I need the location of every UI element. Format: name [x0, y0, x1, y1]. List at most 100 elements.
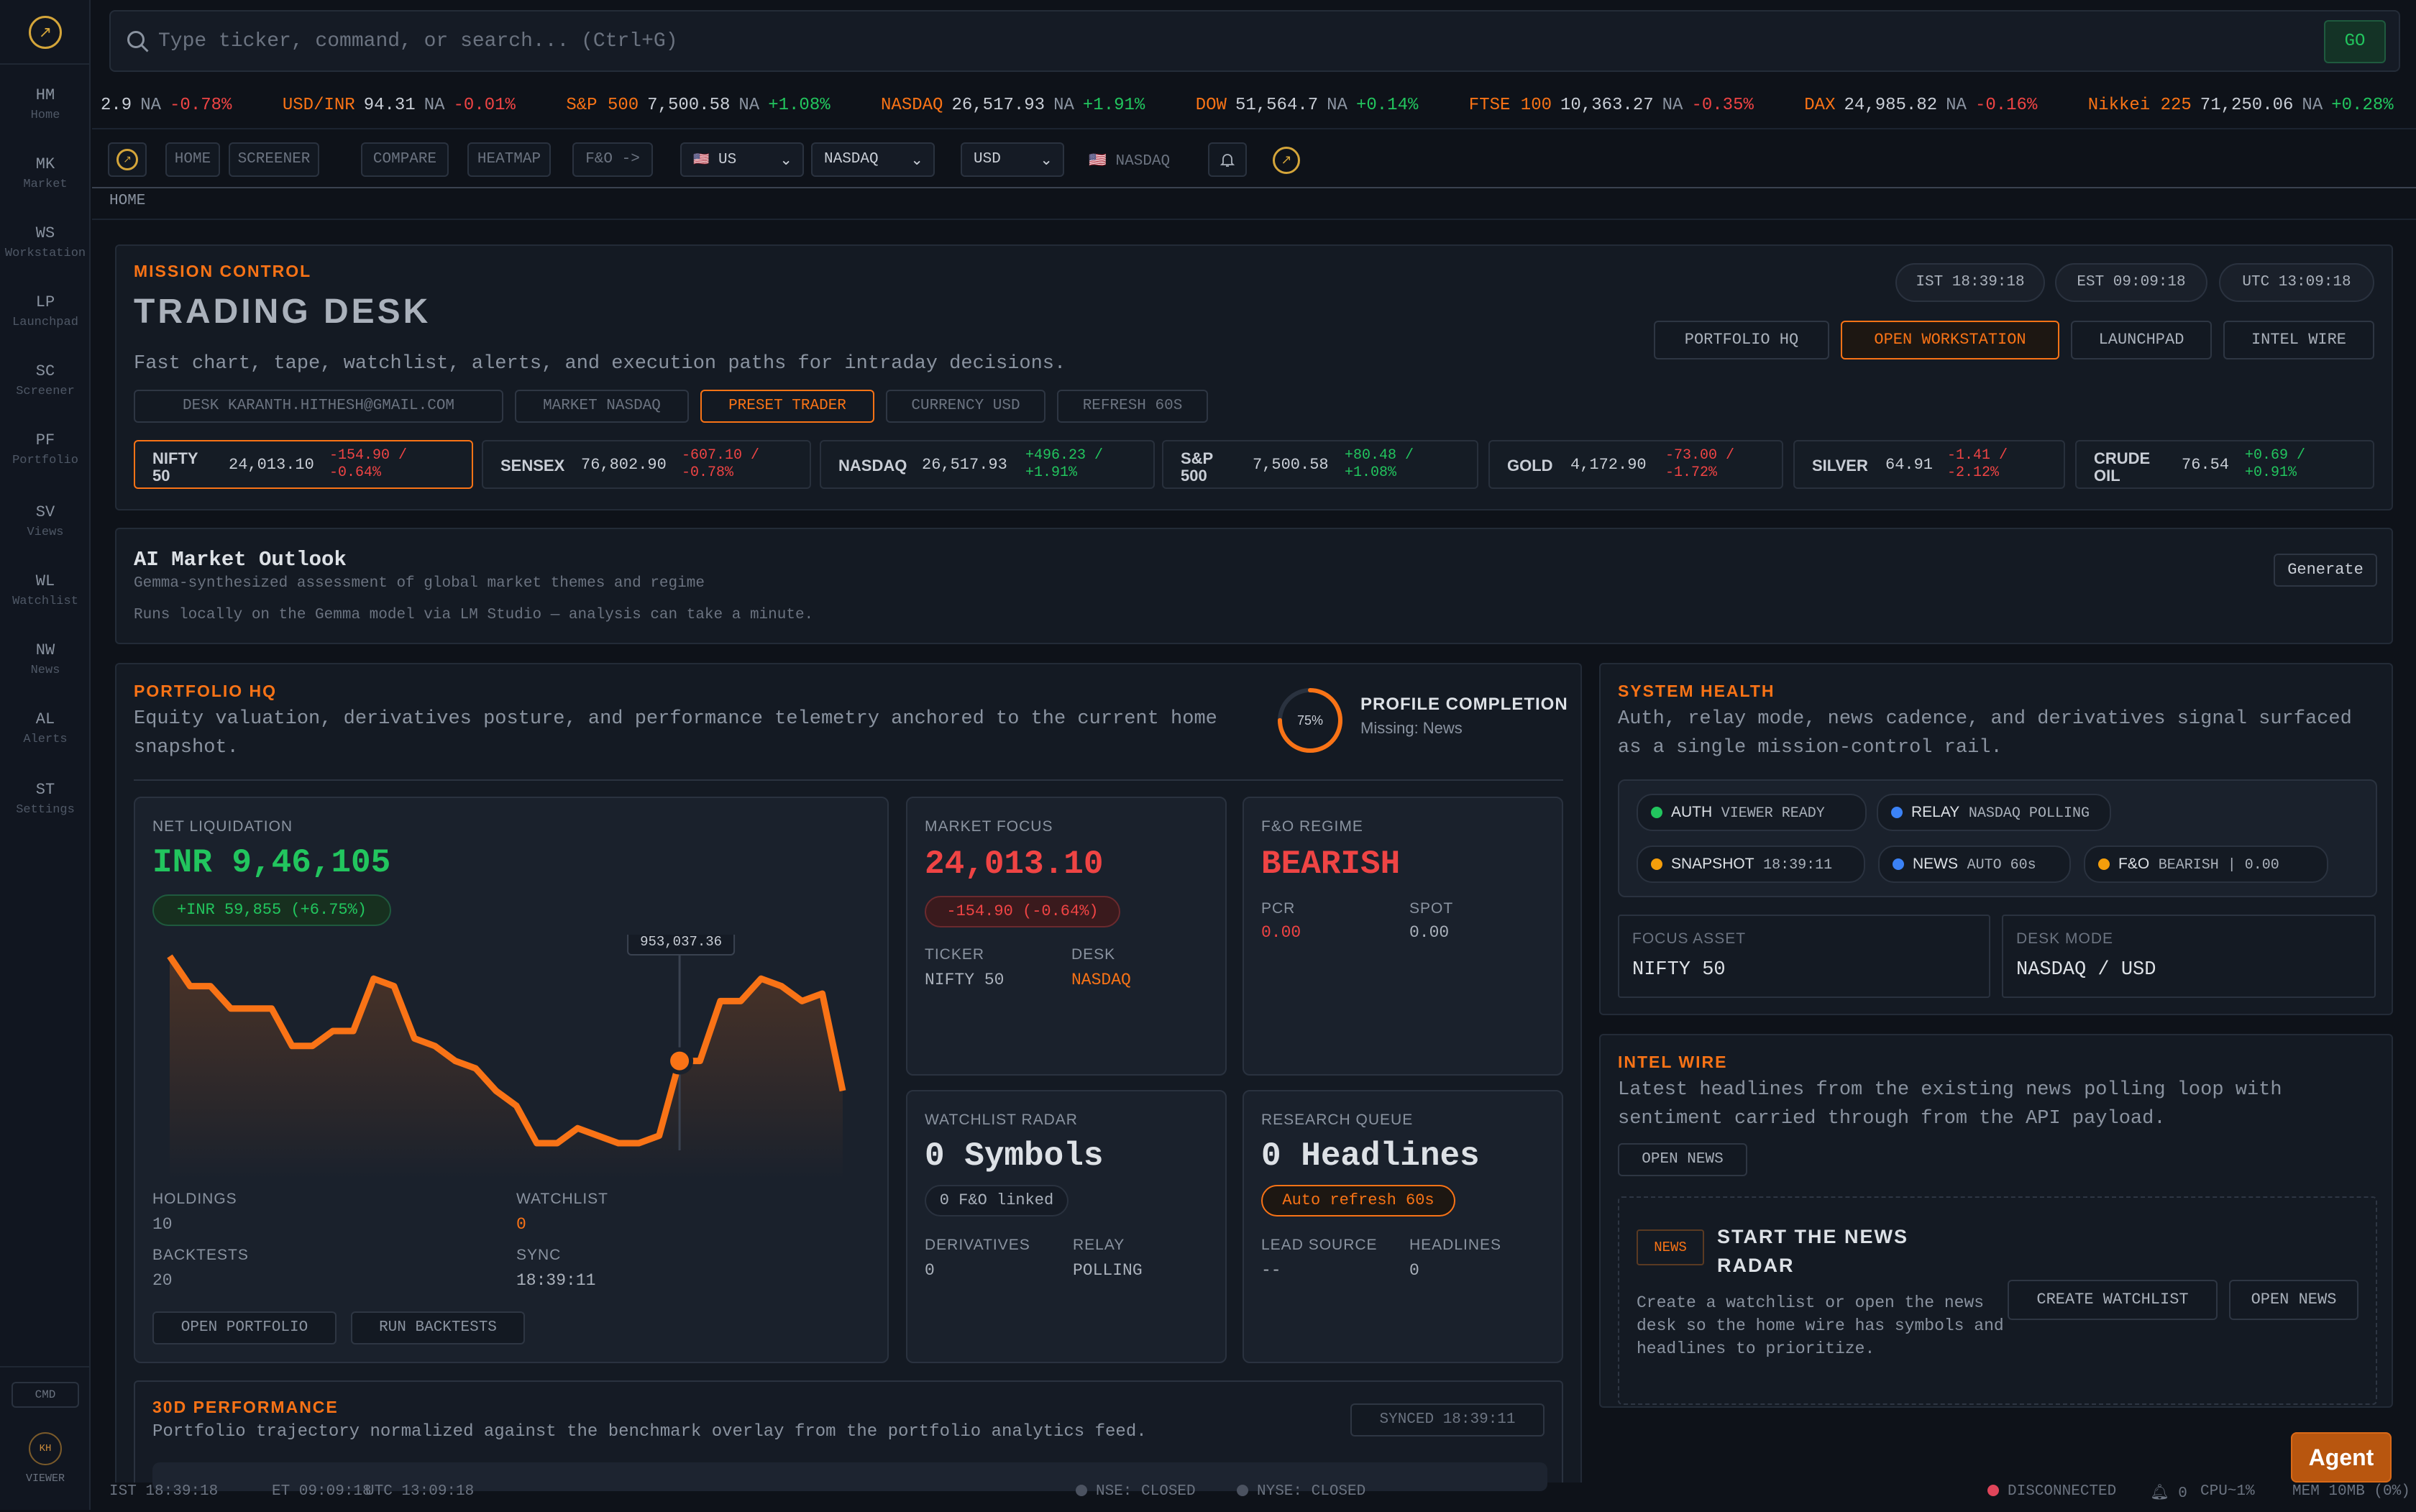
app-logo-icon[interactable]: ↗ — [29, 16, 62, 49]
toolbar-home-button[interactable]: HOME — [165, 142, 220, 177]
index-price: 7,500.58 — [1253, 456, 1329, 474]
focus-label: MARKET FOCUS — [925, 818, 1053, 835]
run-backtests-button[interactable]: RUN BACKTESTS — [351, 1311, 525, 1344]
index-tile-sensex[interactable]: SENSEX 76,802.90 -607.10 /-0.78% — [482, 440, 811, 489]
exchange-select[interactable]: NASDAQ ⌄ — [811, 142, 935, 177]
index-price: 26,517.93 — [922, 456, 1007, 474]
index-tile-nasdaq[interactable]: NASDAQ 26,517.93 +496.23 /+1.91% — [820, 440, 1155, 489]
sidebar-item-market[interactable]: MK Market — [0, 155, 91, 191]
ticker-item[interactable]: USD/INR 94.31 NA -0.01% — [283, 82, 524, 128]
sidebar-item-settings[interactable]: ST Settings — [0, 781, 91, 817]
focus-asset-value: NIFTY 50 — [1632, 959, 1726, 981]
index-change: -73.00 /-1.72% — [1665, 447, 1735, 481]
toolbar-compare-button[interactable]: COMPARE — [361, 142, 449, 177]
ticker-item[interactable]: NASDAQ 26,517.93 NA +1.91% — [881, 82, 1153, 128]
preset-chip[interactable]: PRESET TRADER — [700, 390, 874, 423]
create-watchlist-button[interactable]: CREATE WATCHLIST — [2008, 1280, 2218, 1320]
open-workstation-button[interactable]: OPEN WORKSTATION — [1841, 321, 2059, 359]
health-pill-snapshot: SNAPSHOT 18:39:11 — [1637, 846, 1865, 883]
open-news-button[interactable]: OPEN NEWS — [1618, 1143, 1747, 1176]
us-flag-icon: 🇺🇸 — [693, 152, 710, 167]
index-tile-gold[interactable]: GOLD 4,172.90 -73.00 /-1.72% — [1488, 440, 1783, 489]
status-ist: IST 18:39:18 — [109, 1483, 219, 1500]
holdings-value: 10 — [152, 1215, 173, 1234]
nav-label: Workstation — [4, 247, 86, 260]
index-name-2: 500 — [1181, 467, 1207, 485]
index-tile-crude[interactable]: CRUDE OIL 76.54 +0.69 /+0.91% — [2075, 440, 2374, 489]
performance-desc: Portfolio trajectory normalized against … — [152, 1422, 1147, 1442]
sidebar-item-launchpad[interactable]: LP Launchpad — [0, 293, 91, 329]
notifications-button[interactable] — [1208, 142, 1247, 177]
generate-button[interactable]: Generate — [2274, 554, 2377, 587]
index-name: GOLD — [1507, 457, 1553, 475]
open-news-desk-button[interactable]: OPEN NEWS — [2229, 1280, 2358, 1320]
cmd-button[interactable]: CMD — [12, 1382, 79, 1408]
app-logo-icon[interactable]: ↗ — [1273, 147, 1300, 174]
health-pill-relay: RELAY NASDAQ POLLING — [1877, 794, 2111, 831]
command-search[interactable]: Type ticker, command, or search... (Ctrl… — [109, 10, 2400, 72]
status-bar: IST 18:39:18 ET 09:09:18 UTC 13:09:18 NS… — [92, 1474, 2416, 1510]
desk-chip[interactable]: DESK KARANTH.HITHESH@GMAIL.COM — [134, 390, 503, 423]
currency-select[interactable]: USD ⌄ — [961, 142, 1064, 177]
country-select[interactable]: 🇺🇸 US ⌄ — [680, 142, 804, 177]
research-value: 0 Headlines — [1261, 1137, 1480, 1175]
portfolio-hq-button[interactable]: PORTFOLIO HQ — [1654, 321, 1829, 359]
sidebar-item-news[interactable]: NW News — [0, 641, 91, 677]
launchpad-button[interactable]: LAUNCHPAD — [2071, 321, 2212, 359]
sidebar-divider — [0, 1366, 91, 1367]
ticker-tape: 2.9 NA -0.78% USD/INR 94.31 NA -0.01% S&P 500… — [92, 82, 2416, 129]
sidebar-item-screener[interactable]: SC Screener — [0, 362, 91, 398]
index-tile-sp500[interactable]: S&P 500 7,500.58 +80.48 /+1.08% — [1162, 440, 1478, 489]
ticker-item[interactable]: 2.9 NA -0.78% — [92, 82, 240, 128]
intel-wire-button[interactable]: INTEL WIRE — [2223, 321, 2374, 359]
currency-chip[interactable]: CURRENCY USD — [886, 390, 1045, 423]
intel-wire-panel: INTEL WIRE Latest headlines from the exi… — [1599, 1034, 2393, 1408]
nav-abbr: WS — [35, 224, 55, 242]
market-chip[interactable]: MARKET NASDAQ — [515, 390, 689, 423]
focus-value: 24,013.10 — [925, 846, 1104, 883]
agent-button[interactable]: Agent — [2291, 1432, 2392, 1483]
ticker-item[interactable]: S&P 500 7,500.58 NA +1.08% — [566, 82, 838, 128]
ticker-item[interactable]: FTSE 100 10,363.27 NA -0.35% — [1469, 82, 1762, 128]
toolbar-fno-button[interactable]: F&O -> — [572, 142, 653, 177]
net-liquidation-chart[interactable]: 953,037.36 — [152, 935, 871, 1244]
index-tile-nifty[interactable]: NIFTY 50 24,013.10 -154.90 /-0.64% — [134, 440, 473, 489]
avatar[interactable]: KH — [29, 1432, 62, 1465]
index-name: CRUDE — [2094, 449, 2151, 467]
open-portfolio-button[interactable]: OPEN PORTFOLIO — [152, 1311, 337, 1344]
ticker-item[interactable]: Nikkei 225 71,250.06 NA +0.28% — [2088, 82, 2402, 128]
chart-highlight-point — [666, 1047, 694, 1075]
synced-badge: SYNCED 18:39:11 — [1350, 1403, 1545, 1437]
currency-value: USD — [974, 151, 1001, 168]
market-indicator: 🇺🇸 NASDAQ — [1089, 151, 1170, 170]
cpu-usage: CPU~1% — [2200, 1483, 2255, 1500]
desk-mode-value: NASDAQ / USD — [2016, 959, 2156, 981]
sidebar-item-portfolio[interactable]: PF Portfolio — [0, 431, 91, 467]
sidebar-item-views[interactable]: SV Views — [0, 503, 91, 539]
chart-area-fill — [170, 956, 843, 1179]
nav-abbr: NW — [35, 641, 55, 659]
auto-refresh-badge: Auto refresh 60s — [1261, 1185, 1455, 1217]
go-button[interactable]: GO — [2324, 20, 2386, 63]
sidebar-item-watchlist[interactable]: WL Watchlist — [0, 572, 91, 608]
alert-count[interactable]: 🔔︎ 0 — [2150, 1474, 2187, 1512]
health-desc: Auth, relay mode, news cadence, and deri… — [1618, 708, 2352, 759]
status-dot-icon — [2098, 858, 2110, 871]
intel-eyebrow: INTEL WIRE — [1618, 1053, 1728, 1071]
breadcrumb: HOME — [109, 193, 146, 209]
toolbar-logo-button[interactable]: ↗ — [108, 142, 147, 177]
index-name: SENSEX — [500, 457, 565, 475]
holdings-label: HOLDINGS — [152, 1191, 237, 1207]
toolbar: ↗ HOME SCREENER COMPARE HEATMAP F&O -> 🇺… — [92, 129, 2416, 188]
ticker-item[interactable]: DAX 24,985.82 NA -0.16% — [1804, 82, 2046, 128]
toolbar-screener-button[interactable]: SCREENER — [229, 142, 319, 177]
search-input[interactable]: Type ticker, command, or search... (Ctrl… — [158, 30, 678, 52]
ticker-item[interactable]: DOW 51,564.7 NA +0.14% — [1196, 82, 1427, 128]
sidebar-item-alerts[interactable]: AL Alerts — [0, 710, 91, 746]
sidebar-item-workstation[interactable]: WS Workstation — [0, 224, 91, 260]
sidebar-item-home[interactable]: HM Home — [0, 86, 91, 122]
index-tile-silver[interactable]: SILVER 64.91 -1.41 /-2.12% — [1793, 440, 2065, 489]
sync-value: 18:39:11 — [516, 1271, 596, 1290]
toolbar-heatmap-button[interactable]: HEATMAP — [467, 142, 551, 177]
refresh-chip[interactable]: REFRESH 60S — [1057, 390, 1208, 423]
